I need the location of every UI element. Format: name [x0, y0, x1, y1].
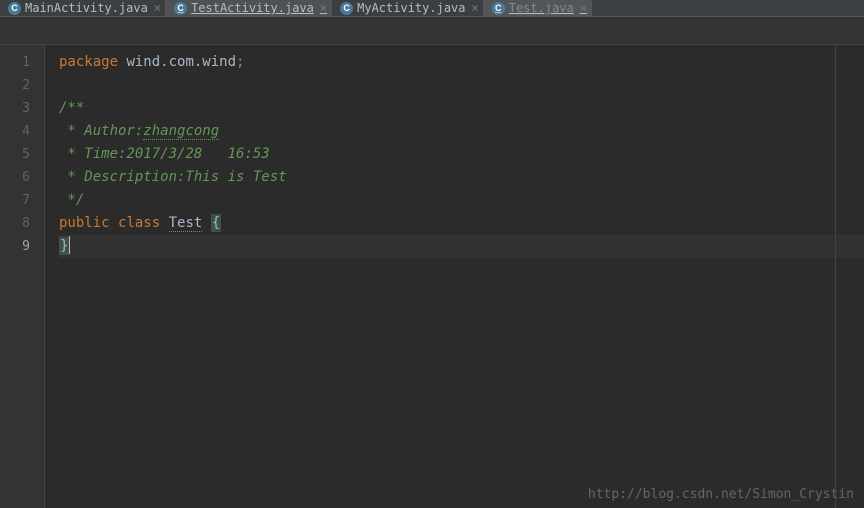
java-class-icon: C: [8, 2, 21, 15]
tab-label: MainActivity.java: [25, 1, 148, 15]
right-margin: [835, 45, 836, 508]
tab-label: MyActivity.java: [357, 1, 465, 15]
line-number: 3: [0, 97, 30, 120]
caret: [69, 236, 70, 254]
java-class-icon: C: [174, 2, 187, 15]
line-number: 9: [0, 235, 30, 258]
java-class-icon: C: [492, 2, 505, 15]
line-number: 7: [0, 189, 30, 212]
code-line: * Time:2017/3/28 16:53: [59, 143, 864, 166]
code-area[interactable]: package wind.com.wind; /** * Author:zhan…: [45, 45, 864, 508]
tab-bar: C MainActivity.java × C TestActivity.jav…: [0, 0, 864, 17]
code-line: public class Test {: [59, 212, 864, 235]
line-number: 4: [0, 120, 30, 143]
line-number: 5: [0, 143, 30, 166]
tab-main-activity[interactable]: C MainActivity.java ×: [0, 0, 166, 16]
code-line: }: [59, 235, 864, 258]
watermark: http://blog.csdn.net/Simon_Crystin: [588, 487, 854, 502]
editor[interactable]: 1 2 3 4 5 6 7 8 9 package wind.com.wind;…: [0, 45, 864, 508]
tab-test[interactable]: C Test.java ×: [484, 0, 592, 16]
code-line: [59, 74, 864, 97]
close-icon[interactable]: ×: [472, 1, 479, 15]
line-number: 6: [0, 166, 30, 189]
code-line: package wind.com.wind;: [59, 51, 864, 74]
code-line: /**: [59, 97, 864, 120]
close-icon[interactable]: ×: [580, 1, 587, 15]
close-icon[interactable]: ×: [154, 1, 161, 15]
java-class-icon: C: [340, 2, 353, 15]
code-line: * Description:This is Test: [59, 166, 864, 189]
line-number: 8: [0, 212, 30, 235]
close-icon[interactable]: ×: [320, 1, 327, 15]
code-line: * Author:zhangcong: [59, 120, 864, 143]
tab-test-activity[interactable]: C TestActivity.java ×: [166, 0, 332, 16]
tab-label: TestActivity.java: [191, 1, 314, 15]
tab-my-activity[interactable]: C MyActivity.java ×: [332, 0, 484, 16]
code-line: */: [59, 189, 864, 212]
tab-label: Test.java: [509, 1, 574, 15]
line-number: 1: [0, 51, 30, 74]
breadcrumb: [0, 17, 864, 45]
line-number: 2: [0, 74, 30, 97]
gutter: 1 2 3 4 5 6 7 8 9: [0, 45, 45, 508]
